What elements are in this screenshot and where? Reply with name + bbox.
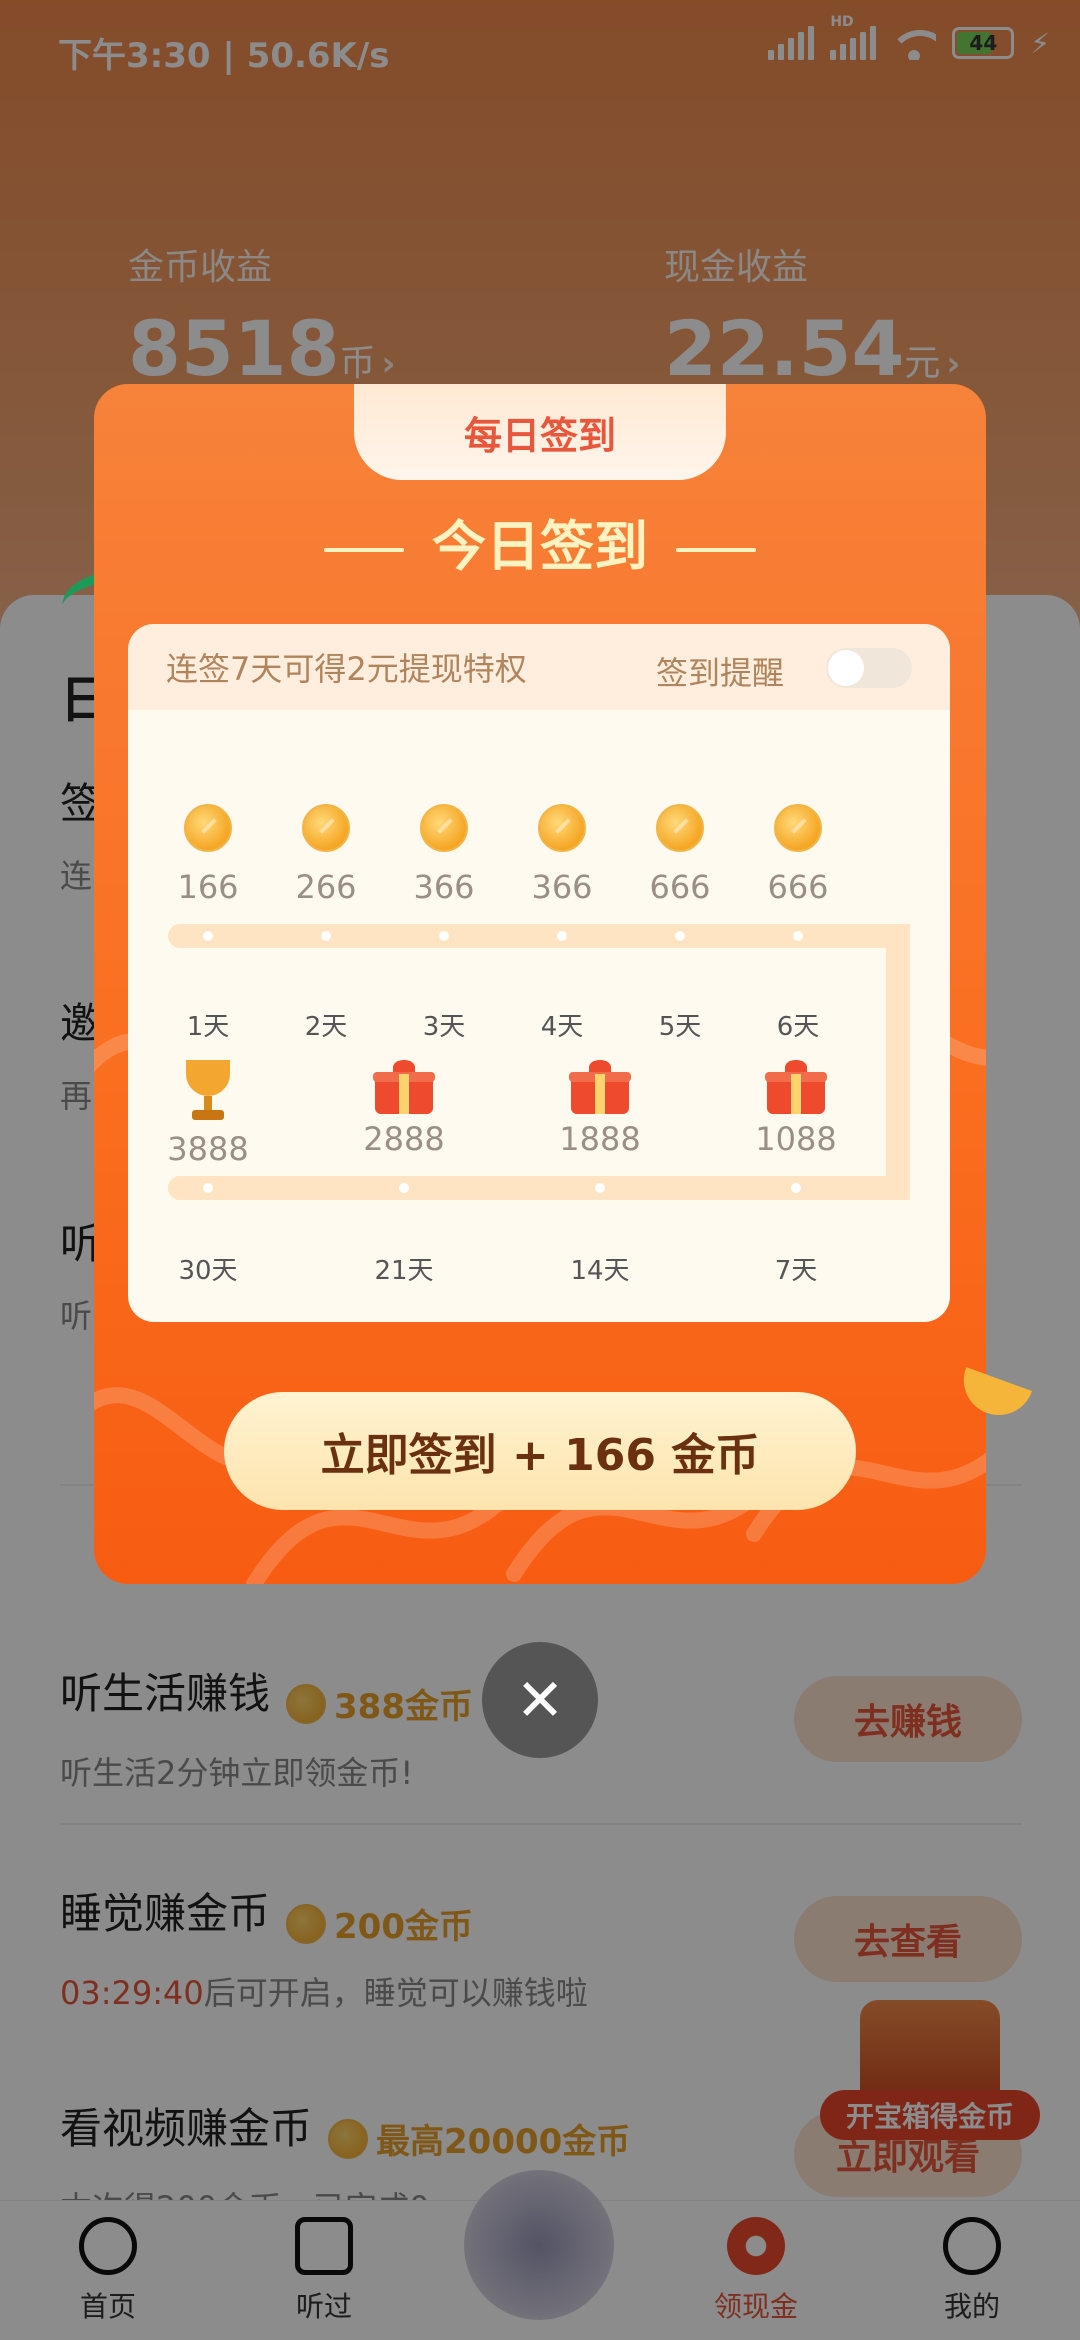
day-reward: 366 [413, 868, 475, 906]
milestone-label: 7天 [774, 1256, 818, 1286]
progress-dot [791, 1183, 801, 1193]
milestone-label: 30天 [178, 1256, 238, 1286]
dialog-title: 今日签到 [94, 502, 986, 581]
remind-toggle[interactable] [826, 648, 912, 688]
milestone-label: 14天 [570, 1256, 630, 1286]
milestone-reward: 3888 [167, 1130, 249, 1168]
day-label: 5天 [658, 1012, 702, 1042]
signin-day: 666 5天 [620, 804, 740, 1042]
day-label: 1天 [186, 1012, 230, 1042]
screen: 下午3:30 | 50.6K/s HD 44 ⚡ 金币收益 8518币 › 现金收… [0, 0, 1080, 2340]
day-reward: 266 [295, 868, 357, 906]
progress-dot [439, 931, 449, 941]
milestone-reward: 1088 [755, 1120, 837, 1158]
close-icon[interactable]: ✕ [482, 1642, 598, 1758]
signin-calendar-card: 连签7天可得2元提现特权 签到提醒 166 1天 266 2天 366 3天 366 4天 66… [128, 624, 950, 1322]
signin-day: 166 1天 [148, 804, 268, 1042]
day-label: 4天 [540, 1012, 584, 1042]
day-reward: 666 [767, 868, 829, 906]
daily-signin-dialog: 每日签到 今日签到 连签7天可得2元提现特权 签到提醒 166 1天 266 2天 36… [94, 384, 986, 1584]
signin-milestone: 1088 7天 [736, 1060, 856, 1286]
signin-day: 366 4天 [502, 804, 622, 1042]
card-header: 连签7天可得2元提现特权 签到提醒 [128, 624, 950, 710]
progress-dot [595, 1183, 605, 1193]
progress-dot [675, 931, 685, 941]
day-label: 3天 [422, 1012, 466, 1042]
coin-icon [538, 804, 586, 852]
coin-icon [420, 804, 468, 852]
signin-milestone: 3888 30天 [148, 1060, 268, 1286]
streak-hint: 连签7天可得2元提现特权 [166, 650, 527, 688]
day-reward: 366 [531, 868, 593, 906]
progress-track [886, 924, 910, 1200]
signin-milestone: 1888 14天 [540, 1060, 660, 1286]
day-label: 2天 [304, 1012, 348, 1042]
progress-dot [321, 931, 331, 941]
signin-now-button[interactable]: 立即签到 + 166 金币 [224, 1392, 856, 1510]
milestone-reward: 1888 [559, 1120, 641, 1158]
signin-day: 666 6天 [738, 804, 858, 1042]
progress-dot [793, 931, 803, 941]
progress-dot [203, 1183, 213, 1193]
coin-icon [302, 804, 350, 852]
day-reward: 166 [177, 868, 239, 906]
dialog-tab-header: 每日签到 [354, 384, 726, 480]
progress-dot [557, 931, 567, 941]
coin-icon [656, 804, 704, 852]
milestone-reward: 2888 [363, 1120, 445, 1158]
signin-milestone: 2888 21天 [344, 1060, 464, 1286]
coin-icon [774, 804, 822, 852]
gift-icon [765, 1060, 827, 1114]
coin-icon [184, 804, 232, 852]
gift-icon [569, 1060, 631, 1114]
signin-day: 266 2天 [266, 804, 386, 1042]
progress-dot [399, 1183, 409, 1193]
day-label: 6天 [776, 1012, 820, 1042]
progress-dot [203, 931, 213, 941]
remind-label: 签到提醒 [655, 654, 784, 692]
gift-icon [373, 1060, 435, 1114]
day-reward: 666 [649, 868, 711, 906]
milestone-label: 21天 [374, 1256, 434, 1286]
trophy-icon [178, 1060, 238, 1124]
signin-day: 366 3天 [384, 804, 504, 1042]
